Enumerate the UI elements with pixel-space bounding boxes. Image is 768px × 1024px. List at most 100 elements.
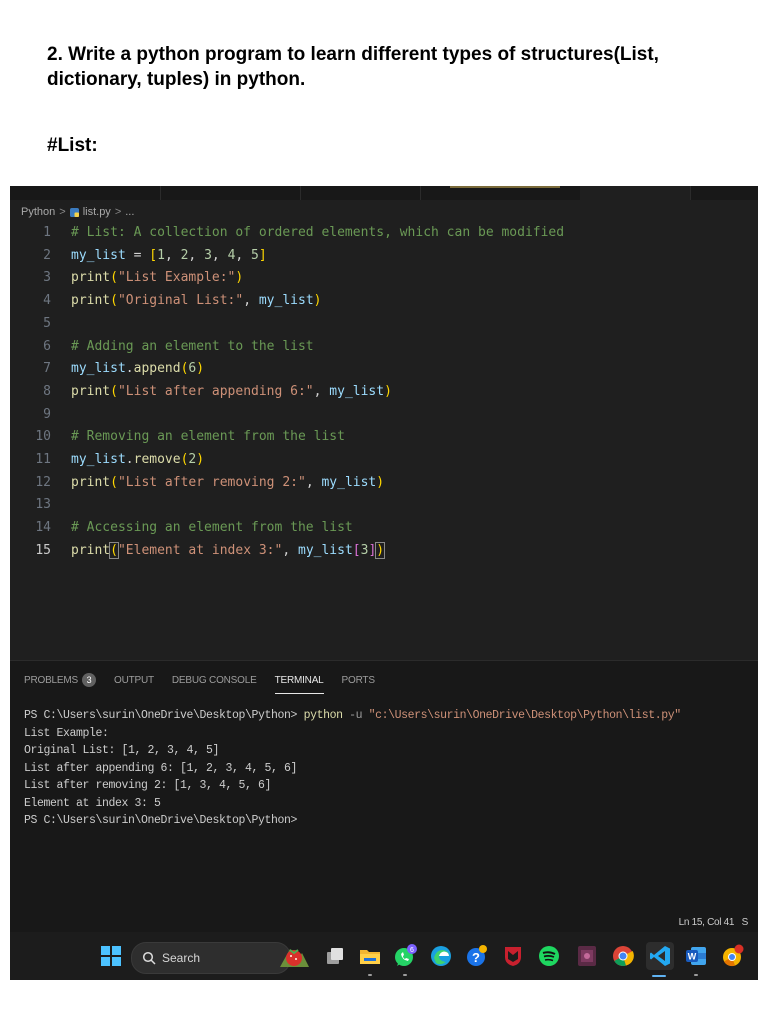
line-number: 6: [43, 338, 51, 354]
chrome-icon[interactable]: [610, 943, 636, 969]
vscode-icon[interactable]: [646, 942, 674, 977]
code-token: ): [196, 361, 205, 377]
code-token: ,: [235, 247, 252, 263]
whatsapp-icon[interactable]: 6: [392, 943, 418, 976]
terminal-final-prompt: PS C:\Users\surin\OneDrive\Desktop\Pytho…: [24, 814, 298, 827]
panel-tab-output[interactable]: OUTPUT: [114, 671, 154, 691]
cursor-position[interactable]: Ln 15, Col 41 S: [679, 917, 749, 928]
code-token: ): [196, 452, 205, 467]
code-token: remove: [133, 452, 181, 467]
code-line[interactable]: 11 my_list.remove(2): [10, 449, 758, 471]
code-line[interactable]: 8 print("List after appending 6:", my_lis…: [10, 381, 758, 403]
panel-tab-terminal[interactable]: TERMINAL: [274, 671, 324, 694]
windows-start-icon[interactable]: [98, 943, 124, 969]
code-line[interactable]: 4 print("Original List:", my_list): [10, 290, 758, 312]
terminal-prompt: PS C:\Users\surin\OneDrive\Desktop\Pytho…: [24, 709, 298, 722]
status-bar: Ln 15, Col 41 S: [10, 914, 758, 932]
code-token: ,: [211, 247, 228, 263]
code-token: ,: [282, 542, 298, 558]
code-token: my_list: [321, 474, 377, 490]
terminal-line: Element at index 3: 5: [24, 796, 161, 810]
line-number: 8: [43, 383, 51, 399]
breadcrumb-ellipsis[interactable]: ...: [125, 206, 134, 218]
task-view-icon[interactable]: [322, 943, 348, 969]
code-token: my_list: [258, 293, 314, 309]
code-line[interactable]: 7 my_list.append(6): [10, 358, 758, 380]
breadcrumb-separator: >: [59, 206, 66, 218]
code-line[interactable]: 15 print("Element at index 3:", my_list[3…: [10, 540, 758, 562]
line-number: 5: [43, 315, 51, 331]
line-number: 11: [35, 452, 51, 467]
editor-tab[interactable]: [690, 186, 758, 200]
line-number: 2: [43, 247, 51, 263]
search-icon: [142, 951, 156, 965]
panel-tab-debug-console[interactable]: DEBUG CONSOLE: [172, 671, 257, 691]
edge-icon[interactable]: [428, 943, 454, 969]
taskbar-search[interactable]: Search: [131, 942, 291, 974]
line-number: 3: [43, 270, 51, 286]
code-text: # List: A collection of ordered elements…: [71, 222, 564, 244]
code-token: ): [235, 270, 244, 286]
code-token: =: [125, 247, 150, 263]
panel-tab-ports[interactable]: PORTS: [342, 671, 375, 691]
word-icon[interactable]: W: [683, 943, 709, 976]
line-number: 7: [43, 361, 51, 377]
code-token: (: [110, 474, 118, 490]
breadcrumb-folder[interactable]: Python: [21, 206, 55, 218]
editor-tab-active[interactable]: [580, 186, 691, 200]
breadcrumb: Python > list.py > ...: [21, 204, 134, 220]
code-line[interactable]: 13: [10, 494, 758, 516]
code-token: ,: [305, 474, 322, 490]
code-line[interactable]: 14 # Accessing an element from the list: [10, 517, 758, 539]
document-heading: 2. Write a python program to learn diffe…: [47, 44, 659, 90]
code-line[interactable]: 3 print("List Example:"): [10, 267, 758, 289]
code-line[interactable]: 2 my_list = [1, 2, 3, 4, 5]: [10, 245, 758, 267]
code-token: (: [110, 293, 118, 309]
editor-tab[interactable]: [160, 186, 301, 200]
terminal-output[interactable]: PS C:\Users\surin\OneDrive\Desktop\Pytho…: [24, 707, 681, 830]
code-editor[interactable]: 1 # List: A collection of ordered element…: [10, 222, 758, 612]
spotify-icon[interactable]: [536, 943, 562, 969]
line-number: 14: [35, 520, 51, 536]
code-line[interactable]: 9: [10, 404, 758, 426]
code-line[interactable]: 1 # List: A collection of ordered element…: [10, 222, 758, 244]
code-token: ): [376, 474, 385, 490]
media-app-icon[interactable]: [574, 943, 600, 969]
file-explorer-icon[interactable]: [357, 943, 383, 976]
code-line[interactable]: 12 print("List after removing 2:", my_lis…: [10, 472, 758, 494]
line-number: 15: [35, 542, 51, 558]
code-text: my_list.remove(2): [71, 449, 204, 471]
code-token: # Accessing an element from the list: [71, 520, 353, 536]
code-line[interactable]: 6 # Adding an element to the list: [10, 336, 758, 358]
terminal-line: List Example:: [24, 726, 109, 740]
editor-tab[interactable]: [10, 186, 161, 200]
code-token: # Removing an element from the list: [71, 429, 345, 445]
code-token: "List after appending 6:": [117, 383, 314, 399]
panel-tab-label: PROBLEMS: [24, 675, 78, 686]
python-file-icon: [69, 207, 79, 217]
svg-text:?: ?: [472, 950, 480, 965]
strawberry-widget-icon[interactable]: [277, 943, 311, 969]
line-number: 10: [35, 429, 51, 445]
code-token: "List Example:": [117, 270, 236, 286]
breadcrumb-file[interactable]: list.py: [83, 206, 111, 218]
breadcrumb-separator: >: [114, 206, 122, 218]
problems-count-badge: 3: [81, 673, 96, 687]
panel-tab-problems[interactable]: PROBLEMS 3: [24, 671, 96, 691]
code-token: my_list: [71, 452, 126, 467]
editor-tab[interactable]: [300, 186, 421, 200]
help-icon[interactable]: ?: [464, 943, 490, 969]
line-number: 12: [35, 474, 51, 490]
editor-tab[interactable]: [420, 186, 581, 200]
code-token: print: [71, 383, 111, 399]
chrome-canary-icon[interactable]: [720, 943, 746, 969]
code-line[interactable]: 10 # Removing an element from the list: [10, 426, 758, 448]
code-line[interactable]: 5: [10, 313, 758, 335]
terminal-line: List after appending 6: [1, 2, 3, 4, 5, …: [24, 761, 298, 775]
code-token: [: [149, 247, 158, 263]
code-token: print: [71, 474, 111, 490]
code-token: my_list: [329, 383, 385, 399]
mcafee-icon[interactable]: [500, 943, 526, 969]
panel-tab-label: OUTPUT: [113, 675, 154, 686]
terminal-line: Original List: [1, 2, 3, 4, 5]: [24, 744, 220, 757]
